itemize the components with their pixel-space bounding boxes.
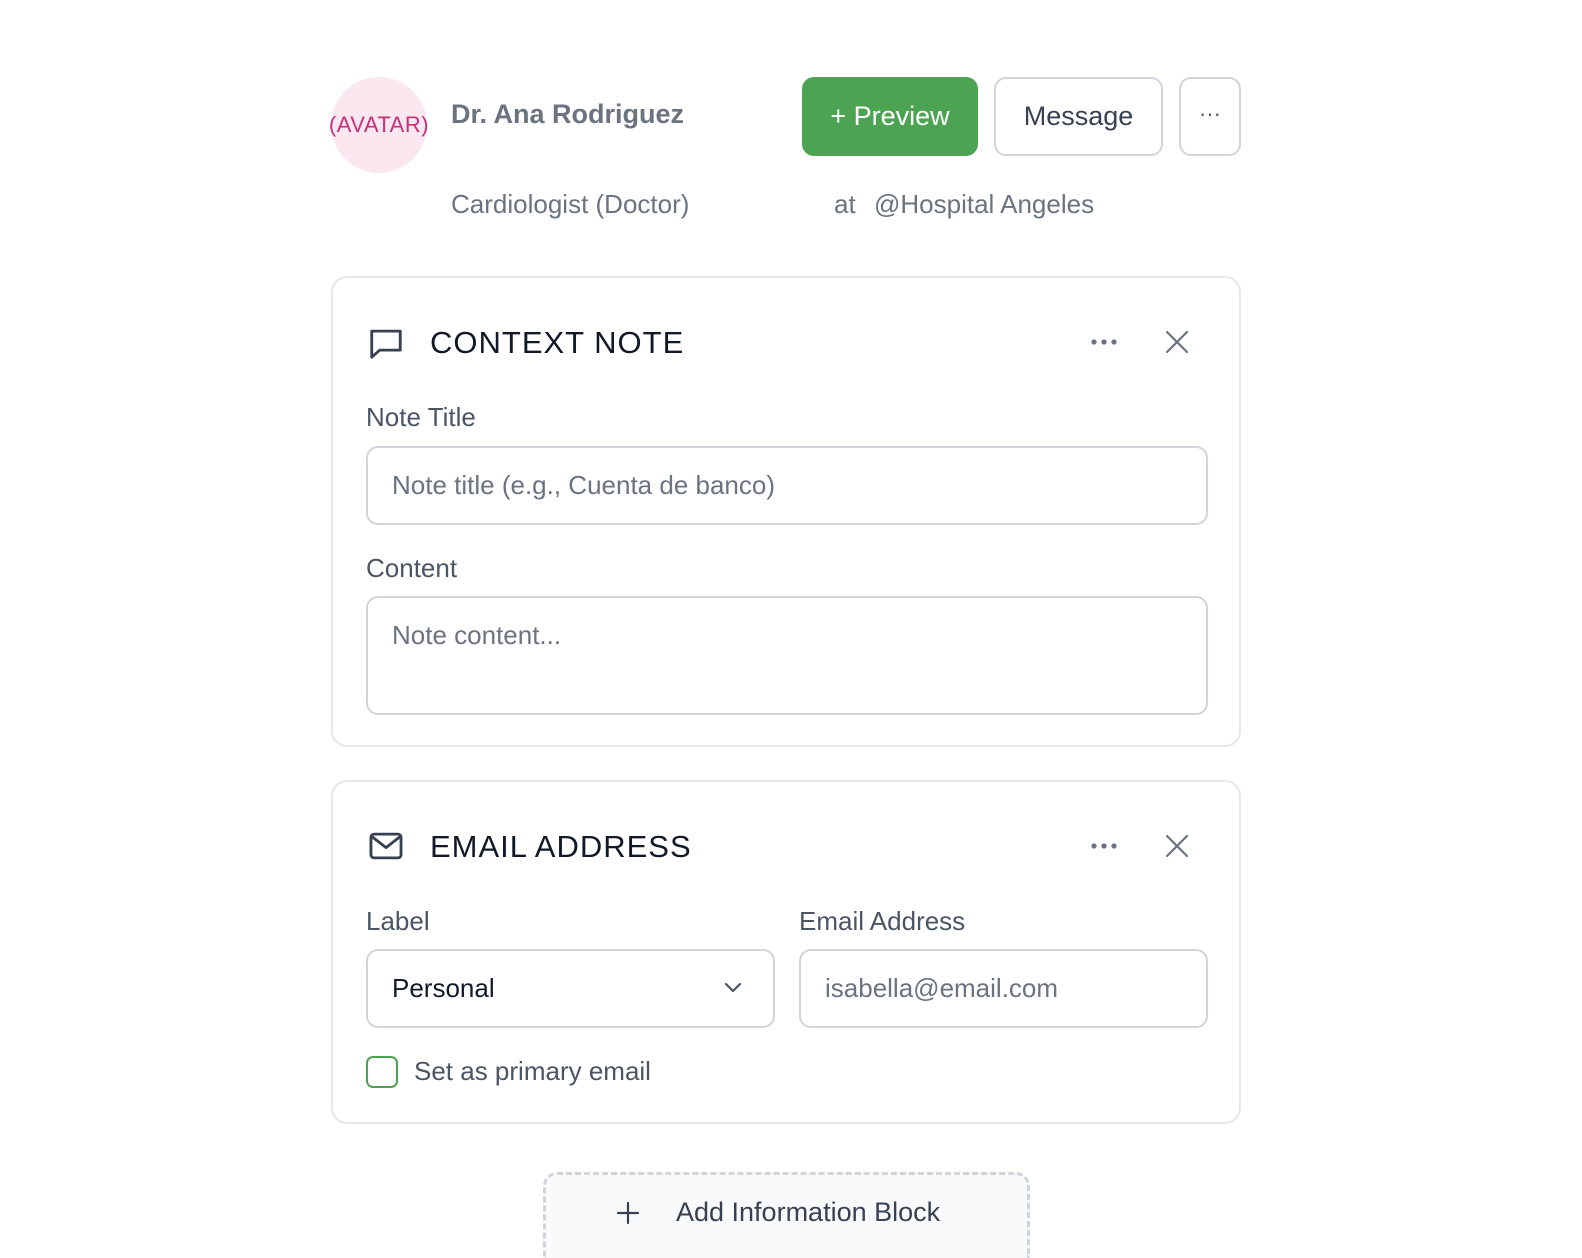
- at-label: at: [834, 189, 856, 219]
- card-title: CONTEXT NOTE: [430, 325, 685, 360]
- note-title-input[interactable]: [366, 446, 1208, 525]
- add-information-block-button[interactable]: Add Information Block: [543, 1172, 1030, 1258]
- organization-link[interactable]: @Hospital Angeles: [874, 189, 1094, 220]
- content-label: Content: [366, 553, 458, 583]
- plus-icon: [616, 1201, 640, 1225]
- message-button[interactable]: Message: [994, 77, 1163, 156]
- primary-email-checkbox[interactable]: [366, 1056, 398, 1088]
- note-content-textarea[interactable]: [366, 596, 1208, 715]
- close-icon[interactable]: [1164, 329, 1190, 355]
- context-note-card: CONTEXT NOTE Note Title Content: [331, 276, 1241, 747]
- more-options-button[interactable]: ···: [1179, 77, 1241, 156]
- primary-email-checkbox-label[interactable]: Set as primary email: [414, 1056, 651, 1087]
- label-field-label: Label: [366, 906, 430, 936]
- close-icon[interactable]: [1164, 833, 1190, 859]
- add-information-block-label: Add Information Block: [676, 1197, 941, 1227]
- more-horizontal-icon[interactable]: [1089, 841, 1119, 851]
- mail-icon: [369, 832, 403, 860]
- profile-role: Cardiologist (Doctor): [451, 189, 690, 219]
- note-title-label: Note Title: [366, 402, 476, 432]
- profile-name: Dr. Ana Rodriguez: [451, 99, 685, 129]
- chevron-down-icon: [724, 982, 742, 993]
- email-field-label: Email Address: [799, 906, 966, 936]
- label-select-value: Personal: [392, 973, 495, 1003]
- email-input[interactable]: [799, 949, 1208, 1028]
- email-address-card: EMAIL ADDRESS Label Personal Email Addre…: [331, 780, 1241, 1124]
- card-title: EMAIL ADDRESS: [430, 829, 692, 864]
- more-horizontal-icon[interactable]: [1089, 337, 1119, 347]
- avatar: (AVATAR): [329, 77, 429, 173]
- message-square-icon: [370, 329, 402, 359]
- label-select[interactable]: Personal: [366, 949, 775, 1028]
- preview-button[interactable]: + Preview: [802, 77, 978, 156]
